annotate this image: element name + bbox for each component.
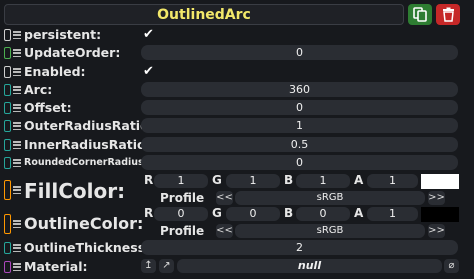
grip-icon[interactable] [4, 66, 11, 78]
outline-color-label: OutlineColor: [24, 214, 144, 233]
arc-label: Arc: [24, 82, 53, 97]
row-inner-radius-ratio: InnerRadiusRatio: 0.5 [0, 136, 474, 154]
drag-handle-icon[interactable] [13, 66, 21, 78]
enabled-label: Enabled: [24, 64, 86, 79]
drag-handle-icon[interactable] [13, 47, 21, 59]
drag-handle-icon[interactable] [13, 84, 21, 96]
outline-a-field[interactable]: 1 [367, 207, 418, 221]
inner-radius-ratio-label: InnerRadiusRatio: [24, 137, 151, 152]
outline-color-swatch[interactable] [421, 207, 459, 222]
outline-b-field[interactable]: 0 [296, 207, 350, 221]
row-outline-color: OutlineColor: R 0 G 0 B 0 A 1 Profile <<… [0, 206, 474, 242]
copy-icon [413, 7, 427, 22]
material-label: Material: [24, 259, 88, 274]
fill-a-field[interactable]: 1 [367, 174, 418, 188]
grip-icon[interactable] [4, 261, 11, 273]
fill-b-field[interactable]: 1 [296, 174, 350, 188]
grip-icon[interactable] [4, 139, 11, 151]
fill-profile-next-button[interactable]: >> [428, 191, 445, 205]
outer-radius-ratio-label: OuterRadiusRatio: [24, 118, 154, 133]
outline-thickness-field[interactable]: 2 [141, 240, 458, 255]
drag-handle-icon[interactable] [13, 242, 21, 254]
fill-r-field[interactable]: 1 [154, 174, 208, 188]
rounded-corner-radius-label: RoundedCornerRadius: [24, 157, 148, 168]
delete-button[interactable] [436, 4, 460, 25]
outer-radius-ratio-field[interactable]: 1 [141, 118, 458, 133]
grip-icon[interactable] [4, 120, 11, 132]
fill-r-label: R [144, 173, 154, 187]
fill-color-swatch[interactable] [421, 174, 459, 189]
row-update-order: UpdateOrder: 0 [0, 44, 474, 62]
arrow-up-icon: ↥ [144, 260, 153, 271]
fill-g-label: G [212, 173, 222, 187]
persistent-checkbox[interactable]: ✔ [143, 28, 154, 42]
outline-g-label: G [212, 206, 222, 220]
outline-g-field[interactable]: 0 [226, 207, 280, 221]
trash-icon [442, 7, 454, 22]
material-field[interactable]: null [177, 259, 442, 273]
fill-profile-selector[interactable]: sRGB [235, 191, 425, 205]
grip-icon[interactable] [4, 84, 11, 96]
outline-a-label: A [354, 206, 364, 220]
row-offset: Offset: 0 [0, 99, 474, 117]
drag-handle-icon[interactable] [13, 261, 21, 273]
grip-icon[interactable] [4, 242, 11, 254]
fill-profile-prev-button[interactable]: << [216, 191, 233, 205]
inner-radius-ratio-field[interactable]: 0.5 [141, 137, 458, 152]
outline-profile-next-button[interactable]: >> [428, 224, 445, 238]
rounded-corner-radius-field[interactable]: 0 [141, 155, 458, 170]
outline-profile-selector[interactable]: sRGB [235, 224, 425, 238]
row-outer-radius-ratio: OuterRadiusRatio: 1 [0, 117, 474, 135]
outline-r-label: R [144, 206, 154, 220]
copy-button[interactable] [408, 4, 432, 25]
enabled-checkbox[interactable]: ✔ [143, 65, 154, 79]
row-rounded-corner-radius: RoundedCornerRadius: 0 [0, 154, 474, 172]
row-fill-color: FillColor: R 1 G 1 B 1 A 1 Profile << sR… [0, 173, 474, 209]
update-order-label: UpdateOrder: [24, 45, 121, 60]
grip-icon[interactable] [4, 102, 11, 114]
arc-field[interactable]: 360 [141, 82, 458, 97]
row-enabled: Enabled: ✔ [0, 63, 474, 81]
drag-handle-icon[interactable] [13, 29, 21, 41]
material-up-button[interactable]: ↥ [141, 259, 156, 273]
drag-handle-icon[interactable] [13, 184, 21, 196]
row-arc: Arc: 360 [0, 81, 474, 99]
fill-g-field[interactable]: 1 [226, 174, 280, 188]
offset-field[interactable]: 0 [141, 100, 458, 115]
offset-label: Offset: [24, 100, 72, 115]
grip-icon[interactable] [4, 157, 11, 169]
fill-a-label: A [354, 173, 364, 187]
drag-handle-icon[interactable] [13, 218, 21, 230]
outline-r-field[interactable]: 0 [154, 207, 208, 221]
grip-icon[interactable] [4, 180, 11, 200]
outline-b-label: B [284, 206, 294, 220]
fill-profile-label: Profile [160, 191, 205, 205]
outline-profile-prev-button[interactable]: << [216, 224, 233, 238]
fill-b-label: B [284, 173, 294, 187]
grip-icon[interactable] [4, 214, 11, 234]
drag-handle-icon[interactable] [13, 102, 21, 114]
row-outline-thickness: OutlineThickness: 2 [0, 239, 474, 257]
arrow-ne-icon: ↗ [162, 260, 171, 271]
material-clear-button[interactable]: ⌀ [444, 259, 459, 273]
drag-handle-icon[interactable] [13, 139, 21, 151]
grip-icon[interactable] [4, 47, 11, 59]
null-icon: ⌀ [448, 260, 455, 271]
material-set-button[interactable]: ↗ [159, 259, 174, 273]
update-order-field[interactable]: 0 [141, 45, 458, 60]
outline-thickness-label: OutlineThickness: [24, 240, 151, 255]
drag-handle-icon[interactable] [13, 120, 21, 132]
row-persistent: persistent: ✔ [0, 26, 474, 44]
drag-handle-icon[interactable] [13, 157, 21, 169]
row-material: Material: ↥ ↗ null ⌀ [0, 258, 474, 276]
fill-color-label: FillColor: [24, 179, 126, 203]
component-title[interactable]: OutlinedArc [4, 4, 404, 25]
grip-icon[interactable] [4, 29, 11, 41]
persistent-label: persistent: [24, 27, 102, 42]
outline-profile-label: Profile [160, 224, 205, 238]
